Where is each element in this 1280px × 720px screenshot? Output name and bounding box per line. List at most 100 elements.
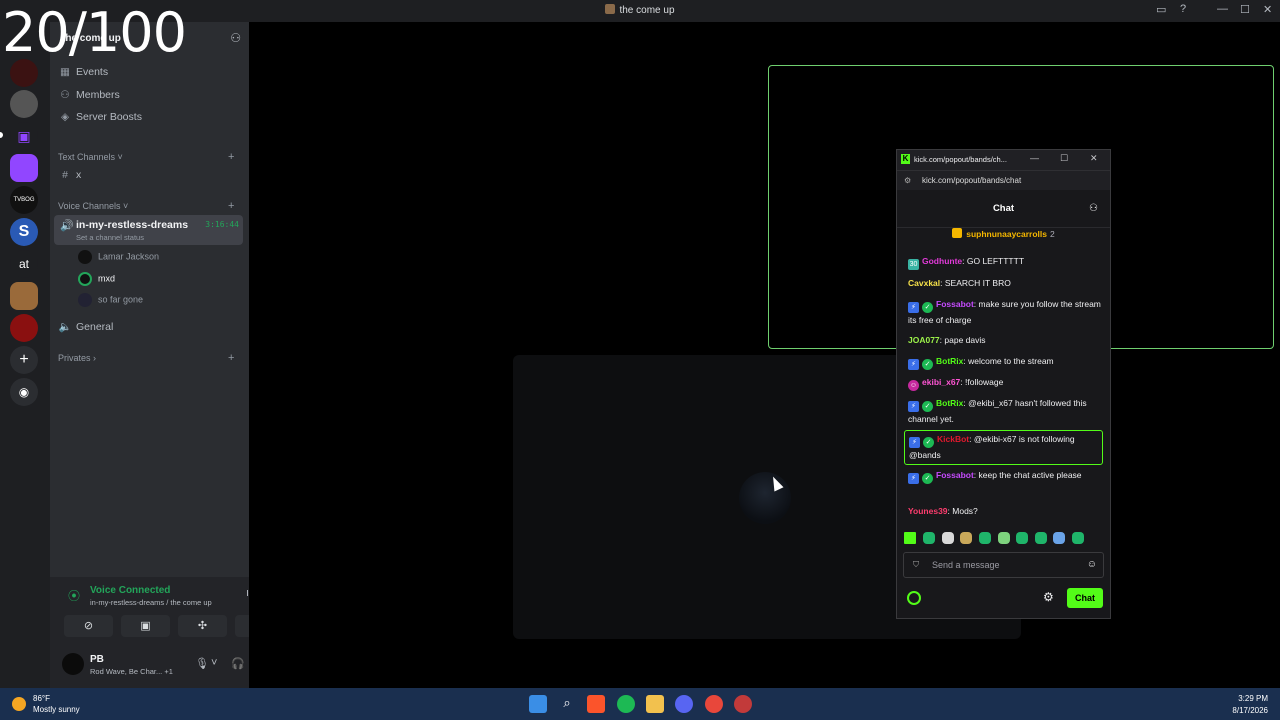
chat-message[interactable]: JOA077: pape davis xyxy=(908,333,1103,348)
voice-user[interactable]: so far gone xyxy=(78,293,143,311)
minimize-button[interactable]: — xyxy=(1030,153,1039,163)
discord-icon[interactable] xyxy=(675,695,693,713)
system-clock[interactable]: 3:29 PM 8/17/2026 xyxy=(1232,693,1268,717)
site-info-icon[interactable]: ⚙ xyxy=(904,176,911,185)
server-icon-2[interactable] xyxy=(10,90,38,118)
maximize-button[interactable]: ☐ xyxy=(1240,3,1250,16)
chat-input-box: ⛉ ☺ xyxy=(903,552,1104,578)
emoji-picker-icon[interactable]: ☺ xyxy=(1087,559,1097,570)
voice-channel-general[interactable]: 🔈 General xyxy=(58,320,113,340)
avatar xyxy=(78,250,92,264)
avatar[interactable] xyxy=(62,653,84,675)
minimize-button[interactable]: — xyxy=(1217,3,1228,15)
emote-icon[interactable] xyxy=(960,532,972,544)
camera-off-button[interactable]: ⊘ xyxy=(64,615,113,637)
window-title: the come up xyxy=(0,4,1280,16)
category-privates[interactable]: Privates › + xyxy=(58,352,234,364)
nav-events[interactable]: ▦ Events xyxy=(58,66,108,86)
bot-badge-icon: ⚡ xyxy=(908,401,919,412)
chat-message[interactable]: 30 Godhunte: GO LEFTTTTT xyxy=(908,254,1103,270)
window-titlebar: the come up ▭ ? — ☐ ✕ xyxy=(0,0,1280,22)
verified-badge-icon: ✓ xyxy=(922,302,933,313)
chat-message[interactable]: ⚡ ✓ Fossabot: keep the chat active please xyxy=(908,468,1103,484)
emote-icon[interactable] xyxy=(1053,532,1065,544)
voice-user[interactable]: mxd xyxy=(78,272,115,290)
members-icon: ⚇ xyxy=(60,89,70,101)
chat-messages: 30 Godhunte: GO LEFTTTTT Cavxkal: SEARCH … xyxy=(897,252,1110,522)
channel-sidebar: the come up ⚇ ▦ Events ⚇ Members ◈ Server B… xyxy=(50,22,299,688)
headphones-icon[interactable]: 🎧 xyxy=(231,657,245,670)
add-member-icon[interactable]: ⚇ xyxy=(230,31,241,45)
voice-user[interactable]: Lamar Jackson xyxy=(78,250,159,268)
unread-pip xyxy=(0,132,3,138)
pinned-gift[interactable]: suphnunaaycarrolls 2 xyxy=(897,228,1110,246)
twitch-icon[interactable]: ▣ xyxy=(10,122,38,150)
chat-settings-icon[interactable]: ⚙ xyxy=(1043,590,1054,604)
chat-message-input[interactable] xyxy=(932,557,1082,573)
server-icon-tvbog[interactable]: TVBOG xyxy=(10,186,38,214)
category-voice-channels[interactable]: Voice Channels ˅ + xyxy=(58,200,234,212)
chat-message[interactable]: ⚡ ✓ BotRix: @ekibi_x67 hasn't followed thi… xyxy=(908,396,1103,427)
twitch-server-icon[interactable] xyxy=(10,154,38,182)
emote-icon[interactable] xyxy=(1072,532,1084,544)
channel-x[interactable]: # x xyxy=(58,169,81,189)
explore-icon[interactable]: ◉ xyxy=(10,378,38,406)
activities-button[interactable]: ✣ xyxy=(178,615,227,637)
brave-icon[interactable] xyxy=(587,695,605,713)
kick-points-icon[interactable] xyxy=(907,591,921,605)
emote-icon[interactable] xyxy=(904,532,916,544)
verified-badge-icon: ✓ xyxy=(922,359,933,370)
nav-server-boosts[interactable]: ◈ Server Boosts xyxy=(58,111,142,131)
chat-message[interactable]: Cavxkal: SEARCH IT BRO xyxy=(908,276,1103,291)
chat-message[interactable]: ⚡ ✓ Fossabot: make sure you follow the str… xyxy=(908,297,1103,328)
avatar xyxy=(739,472,791,524)
sub-badge-icon: 30 xyxy=(908,259,919,270)
chrome-profile-icon[interactable] xyxy=(734,695,752,713)
server-icon-3[interactable] xyxy=(10,282,38,310)
emote-icon[interactable] xyxy=(923,532,935,544)
inbox-icon[interactable]: ▭ xyxy=(1156,3,1166,16)
taskbar: 86°F Mostly sunny ⌕ 3:29 PM 8/17/2026 xyxy=(0,688,1280,720)
search-icon[interactable]: ⌕ xyxy=(558,695,576,713)
add-voice-channel-icon[interactable]: + xyxy=(228,200,234,212)
server-icon-s[interactable]: S xyxy=(10,218,38,246)
category-text-channels[interactable]: Text Channels ˅ + xyxy=(58,151,234,163)
chatters-icon[interactable]: ⚇ xyxy=(1089,203,1098,214)
add-server-icon[interactable]: + xyxy=(10,346,38,374)
chat-header: Chat ⚇ xyxy=(897,190,1110,228)
screen-share-button[interactable]: ▣ xyxy=(121,615,170,637)
add-channel-icon[interactable]: + xyxy=(228,151,234,163)
emote-icon[interactable] xyxy=(1016,532,1028,544)
address-bar[interactable]: ⚙ kick.com/popout/bands/chat xyxy=(897,170,1110,190)
sun-icon xyxy=(12,697,26,711)
emote-icon[interactable] xyxy=(1035,532,1047,544)
chrome-icon[interactable] xyxy=(705,695,723,713)
close-button[interactable]: ✕ xyxy=(1090,153,1098,164)
microphone-icon[interactable]: 🎙 xyxy=(195,657,209,670)
server-icon-at[interactable]: at xyxy=(10,250,38,278)
chat-message[interactable]: ☺ ekibi_x67: !followage xyxy=(908,375,1103,391)
verified-badge-icon: ✓ xyxy=(922,401,933,412)
server-icon-4[interactable] xyxy=(10,314,38,342)
bot-badge-icon: ⚡ xyxy=(908,359,919,370)
emote-icon[interactable] xyxy=(998,532,1010,544)
chat-message[interactable]: ⚡ ✓ BotRix: welcome to the stream xyxy=(908,354,1103,370)
nav-members[interactable]: ⚇ Members xyxy=(58,89,119,109)
emote-icon[interactable] xyxy=(979,532,991,544)
frame-counter: 20/100 xyxy=(2,1,187,64)
help-icon[interactable]: ? xyxy=(1180,3,1186,15)
chevron-down-icon[interactable]: ˅ xyxy=(211,657,217,669)
start-icon[interactable] xyxy=(529,695,547,713)
chat-message-highlighted[interactable]: ⚡ ✓ KickBot: @ekibi-x67 is not following @… xyxy=(904,430,1103,465)
send-chat-button[interactable]: Chat xyxy=(1067,588,1103,608)
shield-icon: ⛉ xyxy=(913,560,919,569)
maximize-button[interactable]: ☐ xyxy=(1060,153,1068,164)
file-explorer-icon[interactable] xyxy=(646,695,664,713)
close-button[interactable]: ✕ xyxy=(1263,3,1272,16)
chat-message[interactable]: Younes39: Mods? xyxy=(908,504,1103,519)
add-private-channel-icon[interactable]: + xyxy=(228,352,234,364)
voice-channel-active[interactable]: 🔊 in-my-restless-dreams 3:16:44 Set a ch… xyxy=(54,215,243,245)
emote-icon[interactable] xyxy=(942,532,954,544)
channel-status[interactable]: Set a channel status xyxy=(76,233,144,242)
spotify-icon[interactable] xyxy=(617,695,635,713)
